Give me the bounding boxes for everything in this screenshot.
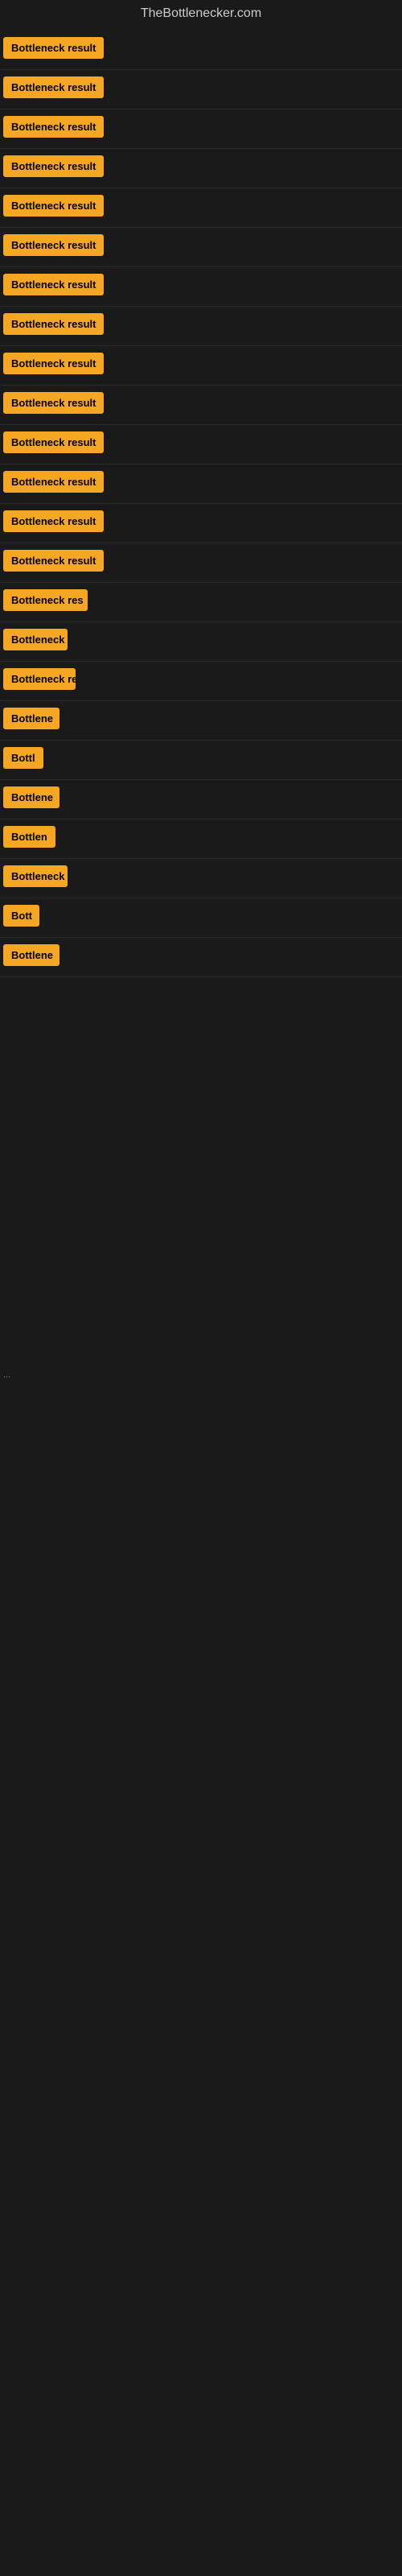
- result-row[interactable]: Bottleneck result: [0, 543, 402, 583]
- spacer-region: [0, 977, 402, 1364]
- bottleneck-badge[interactable]: Bottleneck: [3, 629, 68, 650]
- result-row[interactable]: Bottleneck result: [0, 109, 402, 149]
- bottleneck-badge[interactable]: Bottlene: [3, 708, 59, 729]
- bottleneck-badge[interactable]: Bottleneck result: [3, 510, 104, 532]
- bottom-spacer: [0, 1386, 402, 2030]
- site-title: TheBottlenecker.com: [0, 0, 402, 31]
- result-row[interactable]: Bottleneck: [0, 622, 402, 662]
- result-row[interactable]: Bottleneck result: [0, 504, 402, 543]
- result-row[interactable]: Bottlene: [0, 938, 402, 977]
- result-row[interactable]: Bottlen: [0, 819, 402, 859]
- result-row[interactable]: Bottleneck result: [0, 149, 402, 188]
- result-row[interactable]: Bottleneck result: [0, 267, 402, 307]
- result-row[interactable]: Bottlene: [0, 780, 402, 819]
- bottleneck-badge[interactable]: Bottleneck result: [3, 274, 104, 295]
- bottleneck-badge[interactable]: Bottlene: [3, 786, 59, 808]
- result-row[interactable]: Bottleneck result: [0, 386, 402, 425]
- bottleneck-badge[interactable]: Bottleneck result: [3, 155, 104, 177]
- result-row[interactable]: Bottlene: [0, 701, 402, 741]
- bottleneck-badge[interactable]: Bottleneck result: [3, 76, 104, 98]
- bottleneck-badge[interactable]: Bottleneck: [3, 865, 68, 887]
- result-row[interactable]: Bottleneck result: [0, 425, 402, 464]
- result-row[interactable]: Bottleneck result: [0, 464, 402, 504]
- bottleneck-badge[interactable]: Bottleneck result: [3, 37, 104, 59]
- result-row[interactable]: Bottleneck res: [0, 583, 402, 622]
- bottleneck-badge[interactable]: Bottleneck result: [3, 550, 104, 572]
- result-row[interactable]: Bottleneck result: [0, 307, 402, 346]
- bottleneck-badge[interactable]: Bottleneck res: [3, 589, 88, 611]
- bottleneck-badge[interactable]: Bottleneck result: [3, 431, 104, 453]
- bottleneck-badge[interactable]: Bottleneck result: [3, 234, 104, 256]
- result-row[interactable]: Bottl: [0, 741, 402, 780]
- bottleneck-badge[interactable]: Bottleneck result: [3, 471, 104, 493]
- result-row[interactable]: Bottleneck result: [0, 346, 402, 386]
- result-row[interactable]: Bottleneck result: [0, 70, 402, 109]
- result-row[interactable]: Bottleneck: [0, 859, 402, 898]
- bottleneck-badge[interactable]: Bott: [3, 905, 39, 927]
- bottleneck-badge[interactable]: Bottleneck re: [3, 668, 76, 690]
- bottleneck-badge[interactable]: Bottl: [3, 747, 43, 769]
- bottleneck-badge[interactable]: Bottleneck result: [3, 195, 104, 217]
- bottleneck-badge[interactable]: Bottlene: [3, 944, 59, 966]
- ellipsis-indicator: ...: [0, 1364, 402, 1386]
- result-row[interactable]: Bottleneck result: [0, 228, 402, 267]
- bottleneck-badge[interactable]: Bottlen: [3, 826, 55, 848]
- result-row[interactable]: Bottleneck result: [0, 188, 402, 228]
- results-container: Bottleneck result Bottleneck result Bottle…: [0, 31, 402, 977]
- result-row[interactable]: Bottleneck re: [0, 662, 402, 701]
- result-row[interactable]: Bottleneck result: [0, 31, 402, 70]
- bottleneck-badge[interactable]: Bottleneck result: [3, 313, 104, 335]
- bottleneck-badge[interactable]: Bottleneck result: [3, 353, 104, 374]
- bottleneck-badge[interactable]: Bottleneck result: [3, 116, 104, 138]
- bottleneck-badge[interactable]: Bottleneck result: [3, 392, 104, 414]
- result-row[interactable]: Bott: [0, 898, 402, 938]
